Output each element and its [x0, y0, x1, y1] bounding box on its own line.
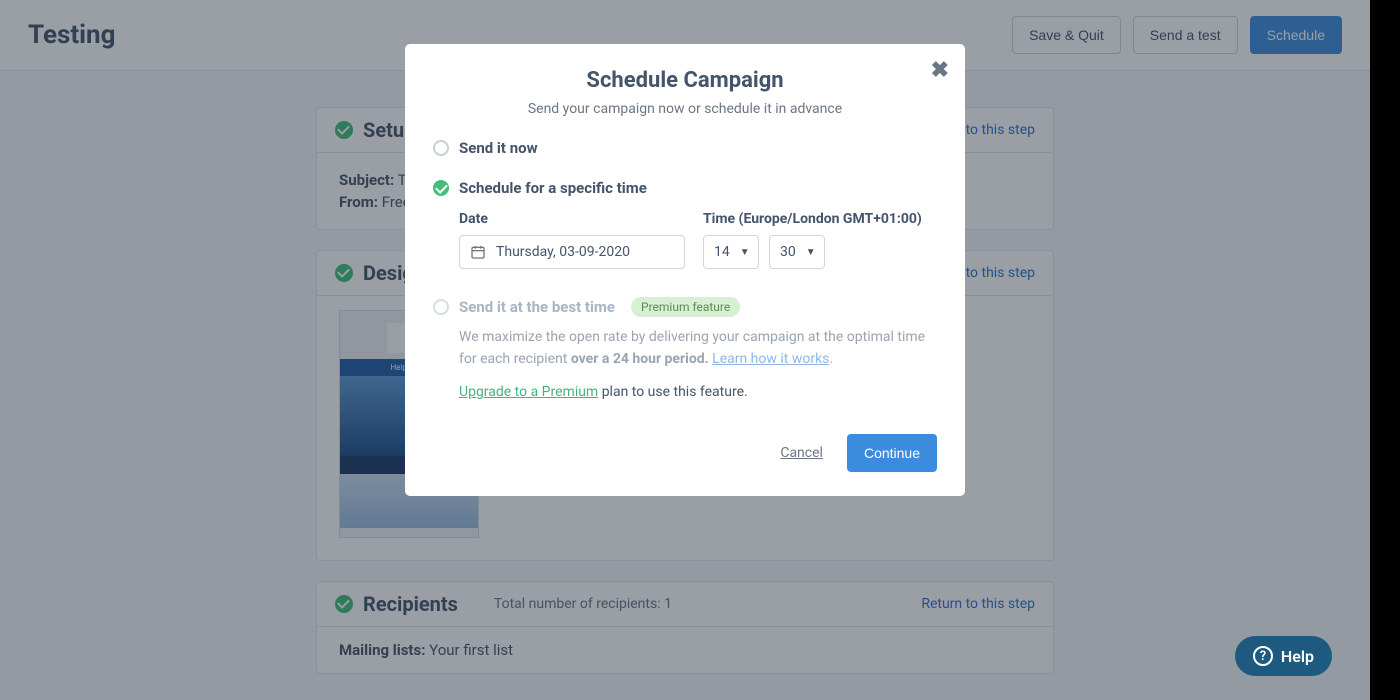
- best-time-label: Send it at the best time: [459, 298, 615, 316]
- continue-button[interactable]: Continue: [847, 434, 937, 472]
- upgrade-row: Upgrade to a Premium plan to use this fe…: [459, 384, 937, 400]
- chevron-down-icon: ▼: [806, 247, 816, 258]
- learn-how-link[interactable]: Learn how it works: [712, 351, 829, 367]
- calendar-icon: [470, 244, 486, 260]
- radio-disabled-icon: [433, 299, 449, 315]
- schedule-campaign-modal: ✖ Schedule Campaign Send your campaign n…: [405, 44, 965, 496]
- premium-badge: Premium feature: [631, 297, 740, 317]
- option-best-time: Send it at the best time Premium feature: [433, 297, 937, 317]
- modal-overlay[interactable]: ✖ Schedule Campaign Send your campaign n…: [0, 0, 1370, 700]
- radio-unchecked-icon[interactable]: [433, 140, 449, 156]
- send-now-label: Send it now: [459, 139, 538, 157]
- close-icon[interactable]: ✖: [931, 58, 949, 83]
- time-field-group: Time (Europe/London GMT+01:00) 14 ▼ 30 ▼: [703, 211, 922, 269]
- schedule-specific-label: Schedule for a specific time: [459, 179, 647, 197]
- option-schedule-specific[interactable]: Schedule for a specific time: [433, 179, 937, 197]
- time-label: Time (Europe/London GMT+01:00): [703, 211, 922, 227]
- minute-value: 30: [780, 244, 796, 260]
- date-value: Thursday, 03-09-2020: [496, 244, 630, 260]
- modal-subtitle: Send your campaign now or schedule it in…: [433, 101, 937, 117]
- help-widget[interactable]: ? Help: [1235, 636, 1332, 676]
- date-input[interactable]: Thursday, 03-09-2020: [459, 235, 685, 269]
- date-label: Date: [459, 211, 685, 227]
- cancel-button[interactable]: Cancel: [780, 445, 823, 461]
- best-time-description: We maximize the open rate by delivering …: [459, 327, 937, 370]
- upgrade-premium-link[interactable]: Upgrade to a Premium: [459, 384, 598, 400]
- date-field-group: Date Thursday, 03-09-2020: [459, 211, 685, 269]
- modal-title: Schedule Campaign: [433, 68, 937, 93]
- option-send-now[interactable]: Send it now: [433, 139, 937, 157]
- minute-select[interactable]: 30 ▼: [769, 235, 825, 269]
- hour-select[interactable]: 14 ▼: [703, 235, 759, 269]
- help-label: Help: [1281, 647, 1314, 666]
- hour-value: 14: [714, 244, 730, 260]
- help-icon: ?: [1253, 646, 1273, 666]
- radio-checked-icon[interactable]: [433, 180, 449, 196]
- chevron-down-icon: ▼: [740, 247, 750, 258]
